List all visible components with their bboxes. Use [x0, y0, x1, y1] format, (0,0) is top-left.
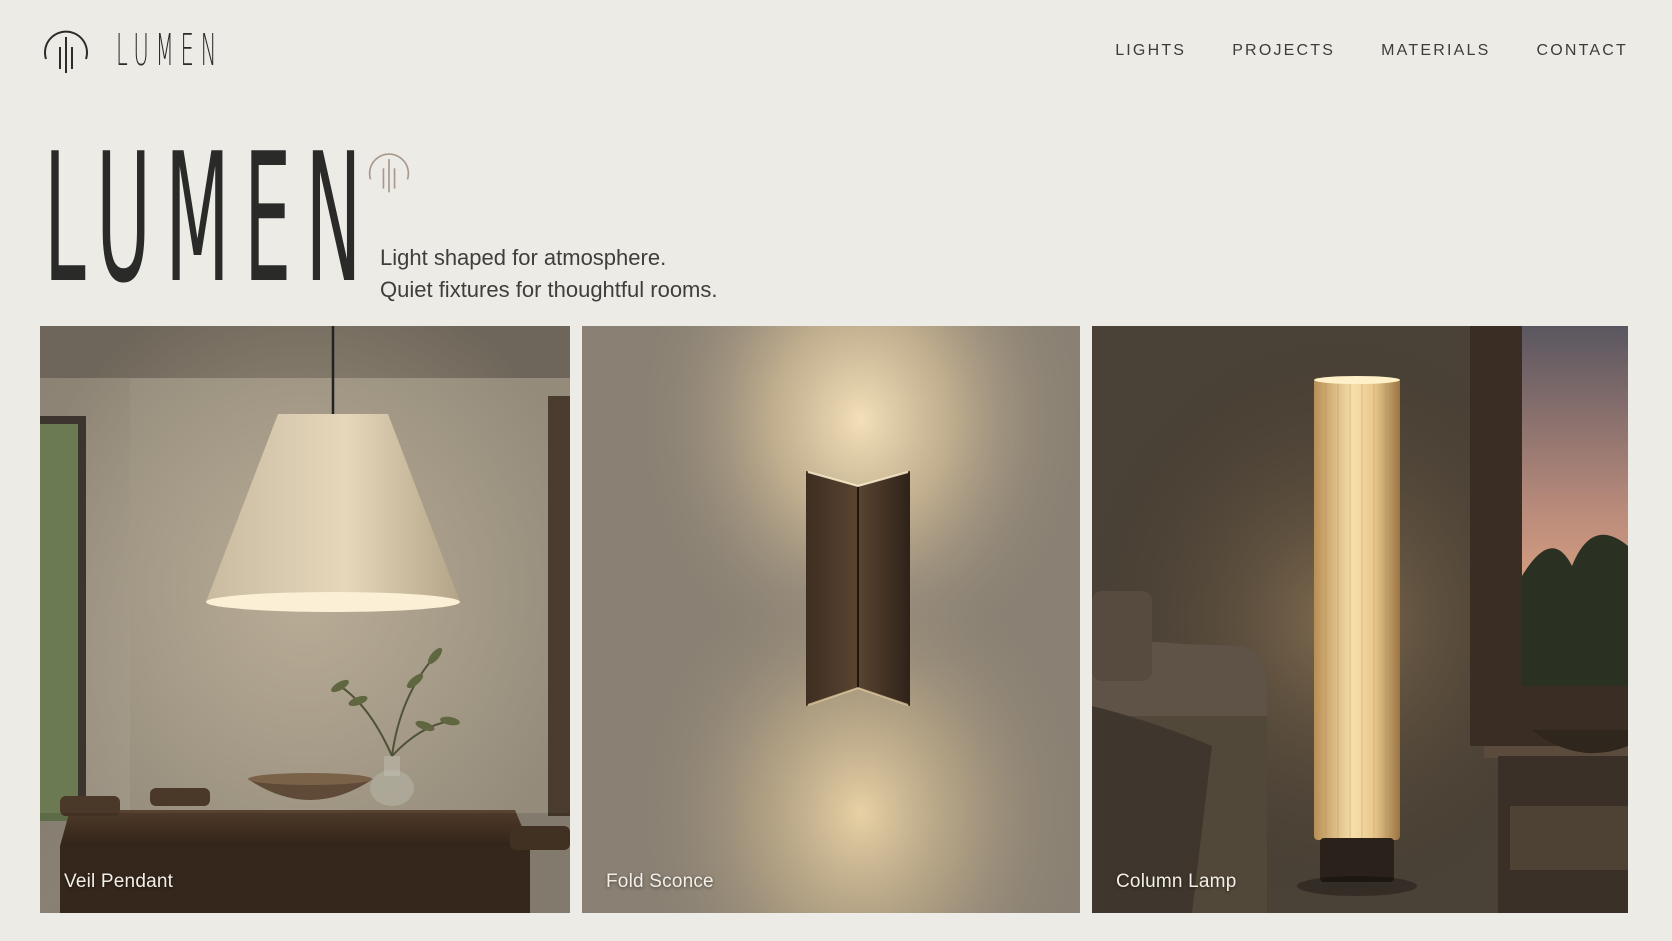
- nav-lights[interactable]: LIGHTS: [1115, 42, 1186, 60]
- lumen-ring-icon: [44, 30, 88, 73]
- product-name: Column Lamp: [1116, 871, 1237, 892]
- nav-projects[interactable]: PROJECTS: [1232, 42, 1335, 60]
- hero-tagline: Light shaped for atmosphere. Quiet fixtu…: [380, 242, 718, 306]
- lumen-ring-icon: [368, 153, 410, 193]
- product-card-column-lamp[interactable]: Column Lamp: [1092, 326, 1628, 913]
- fold-sconce-photo: [582, 326, 1080, 913]
- product-card-veil-pendant[interactable]: Veil Pendant: [40, 326, 570, 913]
- product-name: Veil Pendant: [64, 871, 174, 892]
- tagline-line-2: Quiet fixtures for thoughtful rooms.: [380, 277, 718, 302]
- product-grid: Veil Pendant Fold Sconce Column Lamp: [40, 326, 1628, 913]
- tagline-line-1: Light shaped for atmosphere.: [380, 245, 667, 270]
- nav-materials[interactable]: MATERIALS: [1381, 42, 1490, 60]
- product-card-fold-sconce[interactable]: Fold Sconce: [582, 326, 1080, 913]
- main-nav: LIGHTS PROJECTS MATERIALS CONTACT: [1115, 42, 1628, 60]
- product-name: Fold Sconce: [606, 871, 714, 892]
- header-logo[interactable]: LUMEN: [40, 24, 339, 78]
- header-wordmark: LUMEN: [116, 25, 224, 76]
- veil-pendant-photo: [40, 326, 570, 913]
- nav-contact[interactable]: CONTACT: [1536, 42, 1628, 60]
- hero-title: LUMEN: [44, 115, 376, 322]
- column-lamp-photo: [1092, 326, 1628, 913]
